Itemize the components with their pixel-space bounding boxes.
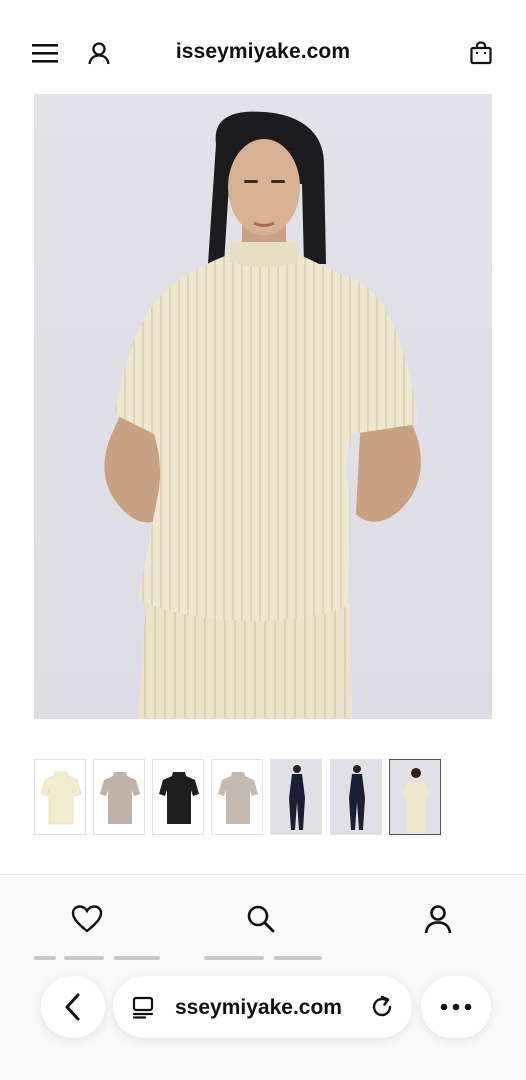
thumbnail-model-navy-2[interactable]: [330, 759, 382, 835]
browser-address-bar[interactable]: sseymiyake.com: [113, 976, 412, 1038]
heart-icon[interactable]: [67, 899, 107, 939]
thumbnail-taupe[interactable]: [93, 759, 145, 835]
address-url[interactable]: sseymiyake.com: [175, 996, 342, 1020]
thumbnail-model-navy-1[interactable]: [270, 759, 322, 835]
obscured-product-text: [34, 952, 334, 962]
thumbnail-black[interactable]: [152, 759, 204, 835]
browser-back-button[interactable]: [41, 976, 105, 1038]
product-thumbnails: [34, 759, 444, 835]
site-header: isseymiyake.com: [0, 0, 526, 94]
shopping-bag-icon[interactable]: [466, 38, 496, 68]
search-icon[interactable]: [241, 899, 281, 939]
user-icon[interactable]: [418, 899, 458, 939]
site-title[interactable]: isseymiyake.com: [0, 40, 526, 64]
product-main-image[interactable]: [34, 94, 492, 719]
browser-more-button[interactable]: [421, 976, 491, 1038]
thumbnail-cream[interactable]: [34, 759, 86, 835]
chevron-left-icon: [65, 993, 80, 1021]
reload-icon[interactable]: [369, 994, 395, 1020]
more-icon: [440, 1003, 472, 1011]
thumbnail-beige[interactable]: [211, 759, 263, 835]
tabs-icon[interactable]: [131, 995, 157, 1019]
thumbnail-model-cream[interactable]: [389, 759, 441, 835]
